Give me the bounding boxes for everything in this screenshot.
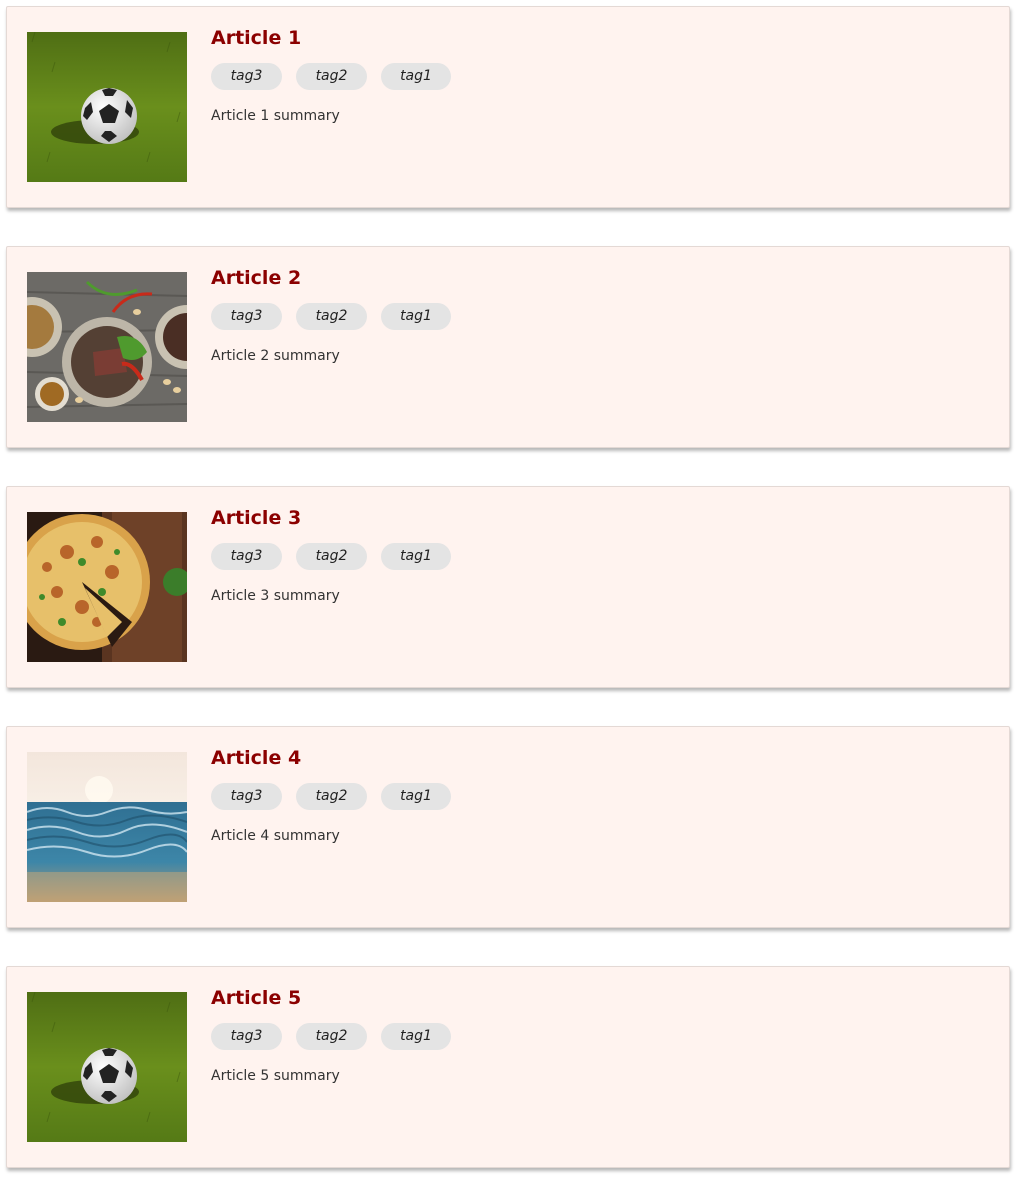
soccer-ball-image: [27, 32, 187, 182]
tag-chip[interactable]: tag1: [381, 303, 451, 330]
article-card: Article 4 tag3 tag2 tag1 Article 4 summa…: [6, 726, 1010, 928]
article-title[interactable]: Article 1: [211, 26, 989, 50]
tag-chip[interactable]: tag1: [381, 783, 451, 810]
article-summary: Article 3 summary: [211, 588, 340, 604]
tag-list: tag3 tag2 tag1: [211, 543, 989, 570]
article-summary: Article 2 summary: [211, 348, 340, 364]
article-title[interactable]: Article 5: [211, 986, 989, 1010]
article-thumbnail-soccer[interactable]: [27, 32, 187, 182]
tag-chip[interactable]: tag3: [211, 543, 282, 570]
article-card: Article 1 tag3 tag2 tag1 Article 1 summa…: [6, 6, 1010, 208]
tag-chip[interactable]: tag3: [211, 783, 282, 810]
article-thumbnail-soccer[interactable]: [27, 992, 187, 1142]
tag-chip[interactable]: tag2: [296, 543, 367, 570]
article-summary: Article 5 summary: [211, 1068, 340, 1084]
tag-chip[interactable]: tag3: [211, 303, 282, 330]
tag-chip[interactable]: tag1: [381, 543, 451, 570]
article-summary: Article 1 summary: [211, 108, 340, 124]
article-thumbnail-food[interactable]: [27, 272, 187, 422]
article-title[interactable]: Article 3: [211, 506, 989, 530]
soccer-ball-image: [27, 992, 187, 1142]
article-title[interactable]: Article 4: [211, 746, 989, 770]
tag-chip[interactable]: tag3: [211, 1023, 282, 1050]
article-card: Article 5 tag3 tag2 tag1 Article 5 summa…: [6, 966, 1010, 1168]
tag-list: tag3 tag2 tag1: [211, 63, 989, 90]
ocean-waves-image: [27, 752, 187, 902]
tag-chip[interactable]: tag2: [296, 303, 367, 330]
pizza-image: [27, 512, 187, 662]
tag-chip[interactable]: tag1: [381, 63, 451, 90]
article-summary: Article 4 summary: [211, 828, 340, 844]
tag-list: tag3 tag2 tag1: [211, 783, 989, 810]
article-card: Article 2 tag3 tag2 tag1 Article 2 summa…: [6, 246, 1010, 448]
tag-list: tag3 tag2 tag1: [211, 1023, 989, 1050]
article-thumbnail-ocean[interactable]: [27, 752, 187, 902]
tag-list: tag3 tag2 tag1: [211, 303, 989, 330]
food-plates-image: [27, 272, 187, 422]
tag-chip[interactable]: tag3: [211, 63, 282, 90]
article-thumbnail-pizza[interactable]: [27, 512, 187, 662]
article-card: Article 3 tag3 tag2 tag1 Article 3 summa…: [6, 486, 1010, 688]
tag-chip[interactable]: tag2: [296, 783, 367, 810]
tag-chip[interactable]: tag2: [296, 1023, 367, 1050]
tag-chip[interactable]: tag1: [381, 1023, 451, 1050]
tag-chip[interactable]: tag2: [296, 63, 367, 90]
article-title[interactable]: Article 2: [211, 266, 989, 290]
